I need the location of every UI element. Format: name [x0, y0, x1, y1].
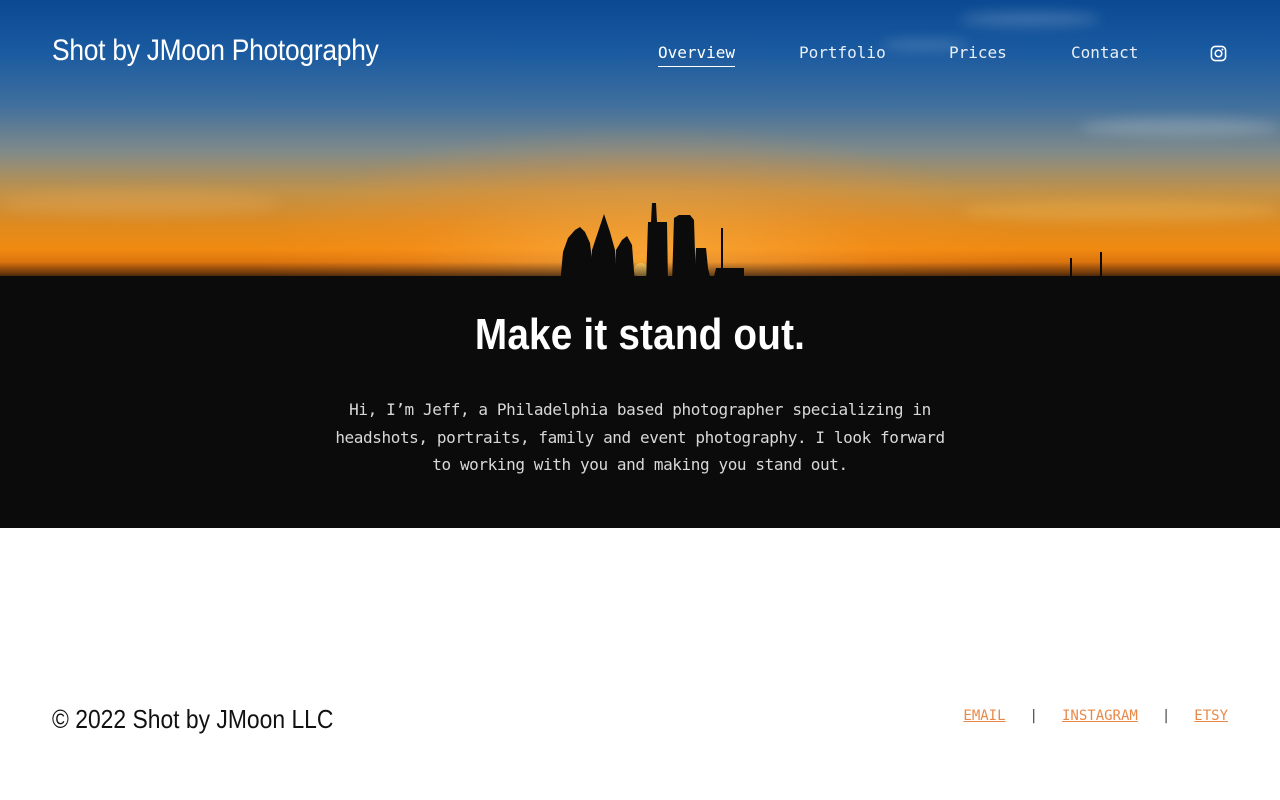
footer-separator: | — [1161, 708, 1171, 724]
site-title-link[interactable]: Shot by JMoon Photography — [52, 34, 379, 68]
nav-item-portfolio[interactable]: Portfolio — [799, 43, 886, 67]
copyright-text: © 2022 Shot by JMoon LLC — [52, 704, 334, 734]
hero-intro-text: Hi, I’m Jeff, a Philadelphia based photo… — [335, 400, 945, 474]
nav-item-overview[interactable]: Overview — [658, 43, 736, 67]
ground-shadow — [0, 262, 1280, 302]
footer-link-etsy[interactable]: ETSY — [1194, 708, 1228, 724]
footer-link-instagram[interactable]: INSTAGRAM — [1062, 708, 1138, 724]
site-header: Shot by JMoon Photography Overview Portf… — [0, 0, 1280, 108]
footer-links: EMAIL | INSTAGRAM | ETSY — [963, 705, 1228, 727]
instagram-icon-glyph — [1210, 45, 1227, 62]
nav-item-contact[interactable]: Contact — [1071, 43, 1138, 67]
footer-separator: | — [1029, 708, 1038, 724]
hero-section: Shot by JMoon Photography Overview Portf… — [0, 0, 1280, 528]
hero-headline: Make it stand out. — [474, 310, 806, 359]
nav-item-prices[interactable]: Prices — [949, 43, 1007, 67]
footer-link-email[interactable]: EMAIL — [963, 708, 1005, 724]
instagram-icon[interactable] — [1210, 45, 1227, 62]
